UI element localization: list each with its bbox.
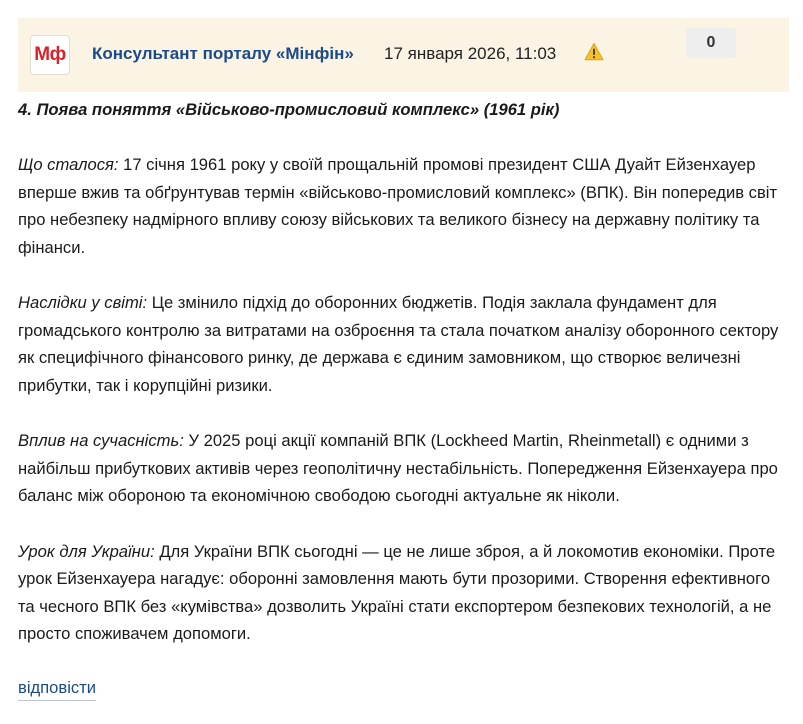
paragraph-lead: Що сталося: (18, 155, 119, 175)
paragraph-world-consequences: Наслідки у світі: Це змінило підхід до о… (18, 289, 788, 399)
author-name[interactable]: Консультант порталу «Мінфін» (92, 44, 354, 64)
post-heading: 4. Поява поняття «Військово-промисловий … (18, 100, 560, 119)
paragraph-lead: Урок для України: (18, 541, 155, 561)
paragraph-modern-impact: Вплив на сучасність: У 2025 році акції к… (18, 427, 788, 510)
paragraph-text: 17 січня 1961 року у своїй прощальній пр… (18, 155, 778, 257)
like-counter[interactable]: 0 (686, 28, 736, 58)
post-date: 17 января 2026, 11:03 (384, 44, 557, 63)
post-body: 4. Поява поняття «Військово-промисловий … (18, 96, 788, 675)
reply-link[interactable]: відповісти (18, 678, 97, 701)
logo-text: Мф (34, 44, 66, 65)
paragraph-what-happened: Що сталося: 17 січня 1961 року у своїй п… (18, 151, 788, 261)
warning-icon[interactable] (584, 42, 604, 62)
paragraph-lesson-ukraine: Урок для України: Для України ВПК сьогод… (18, 538, 788, 648)
paragraph-lead: Наслідки у світі: (18, 293, 148, 313)
paragraph-lead: Вплив на сучасність: (18, 431, 184, 451)
minfin-logo: Мф (30, 35, 70, 75)
post-header: Мф Консультант порталу «Мінфін» 17 январ… (18, 18, 789, 92)
